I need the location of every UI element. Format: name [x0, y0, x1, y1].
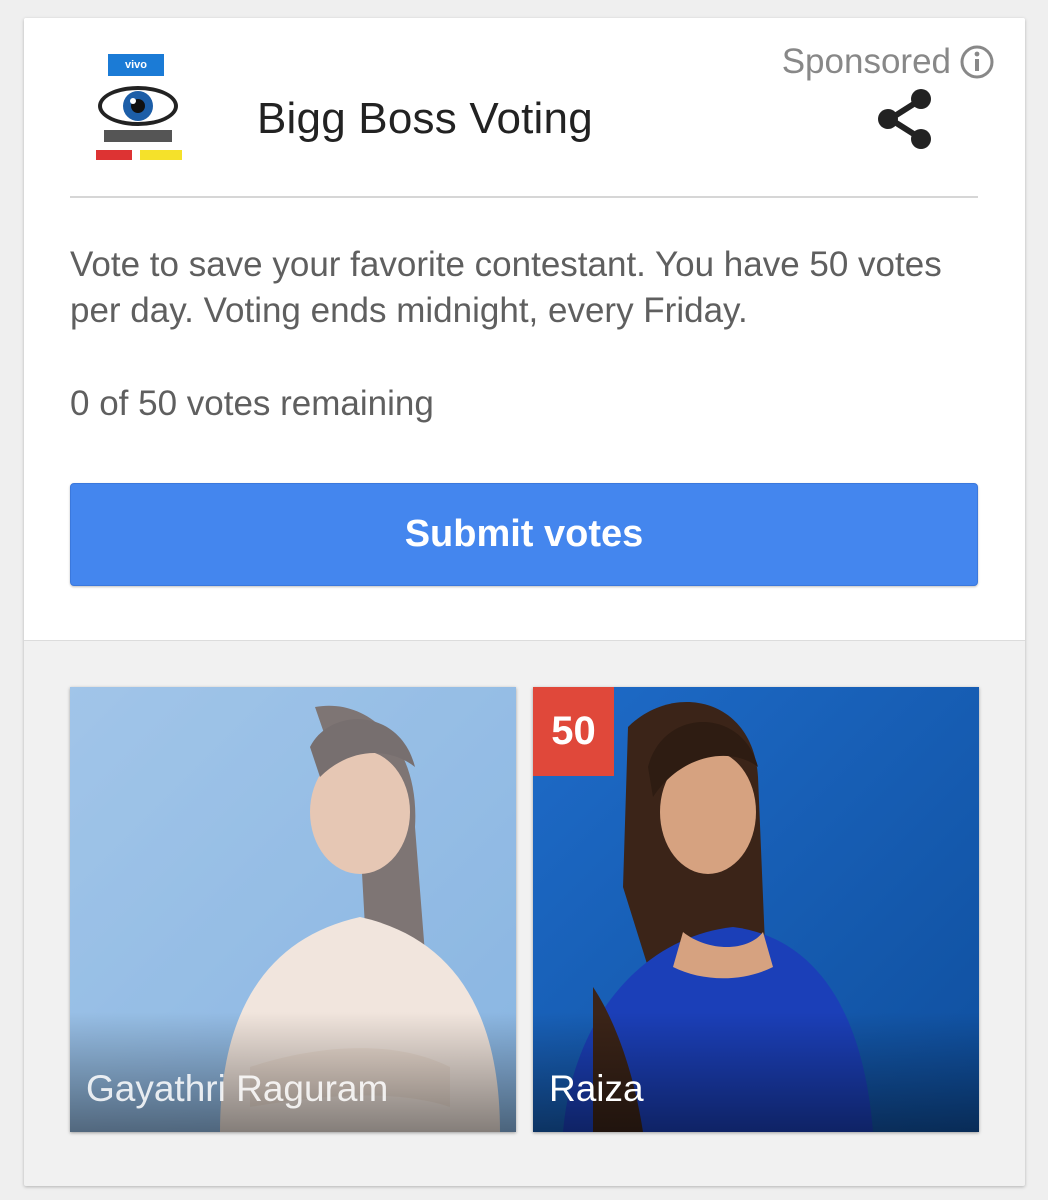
- submit-votes-button[interactable]: Submit votes: [70, 483, 978, 586]
- contestant-card-gayathri[interactable]: Gayathri Raguram: [70, 687, 516, 1132]
- header-divider: [70, 196, 978, 198]
- share-icon[interactable]: [876, 88, 934, 150]
- contestant-card-raiza[interactable]: 50 Raiza: [533, 687, 979, 1132]
- voting-description: Vote to save your favorite contestant. Y…: [70, 245, 942, 330]
- bigg-boss-logo: vivo: [86, 50, 190, 166]
- contestant-name: Raiza: [549, 1068, 644, 1109]
- vote-count-badge: 50: [533, 687, 614, 776]
- info-icon[interactable]: [959, 44, 995, 80]
- sponsored-label-group[interactable]: Sponsored: [782, 42, 995, 82]
- sponsored-label: Sponsored: [781, 42, 951, 81]
- voting-header-panel: vivo Bigg Boss Voting Sponsored Vote to …: [24, 18, 1025, 641]
- votes-remaining: 0 of 50 votes remaining: [70, 384, 434, 423]
- svg-text:vivo: vivo: [125, 59, 147, 71]
- app-title: Bigg Boss Voting: [257, 94, 593, 143]
- contestant-name: Gayathri Raguram: [86, 1068, 389, 1109]
- voting-card: vivo Bigg Boss Voting Sponsored Vote to …: [24, 18, 1025, 1186]
